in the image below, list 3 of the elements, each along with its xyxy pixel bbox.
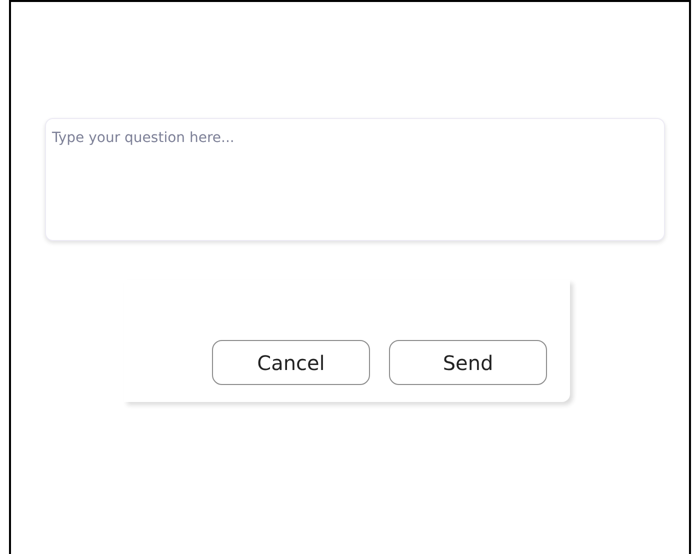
send-button[interactable]: Send (389, 340, 547, 385)
question-field[interactable]: Type your question here... (45, 118, 665, 241)
cancel-button[interactable]: Cancel (212, 340, 370, 385)
